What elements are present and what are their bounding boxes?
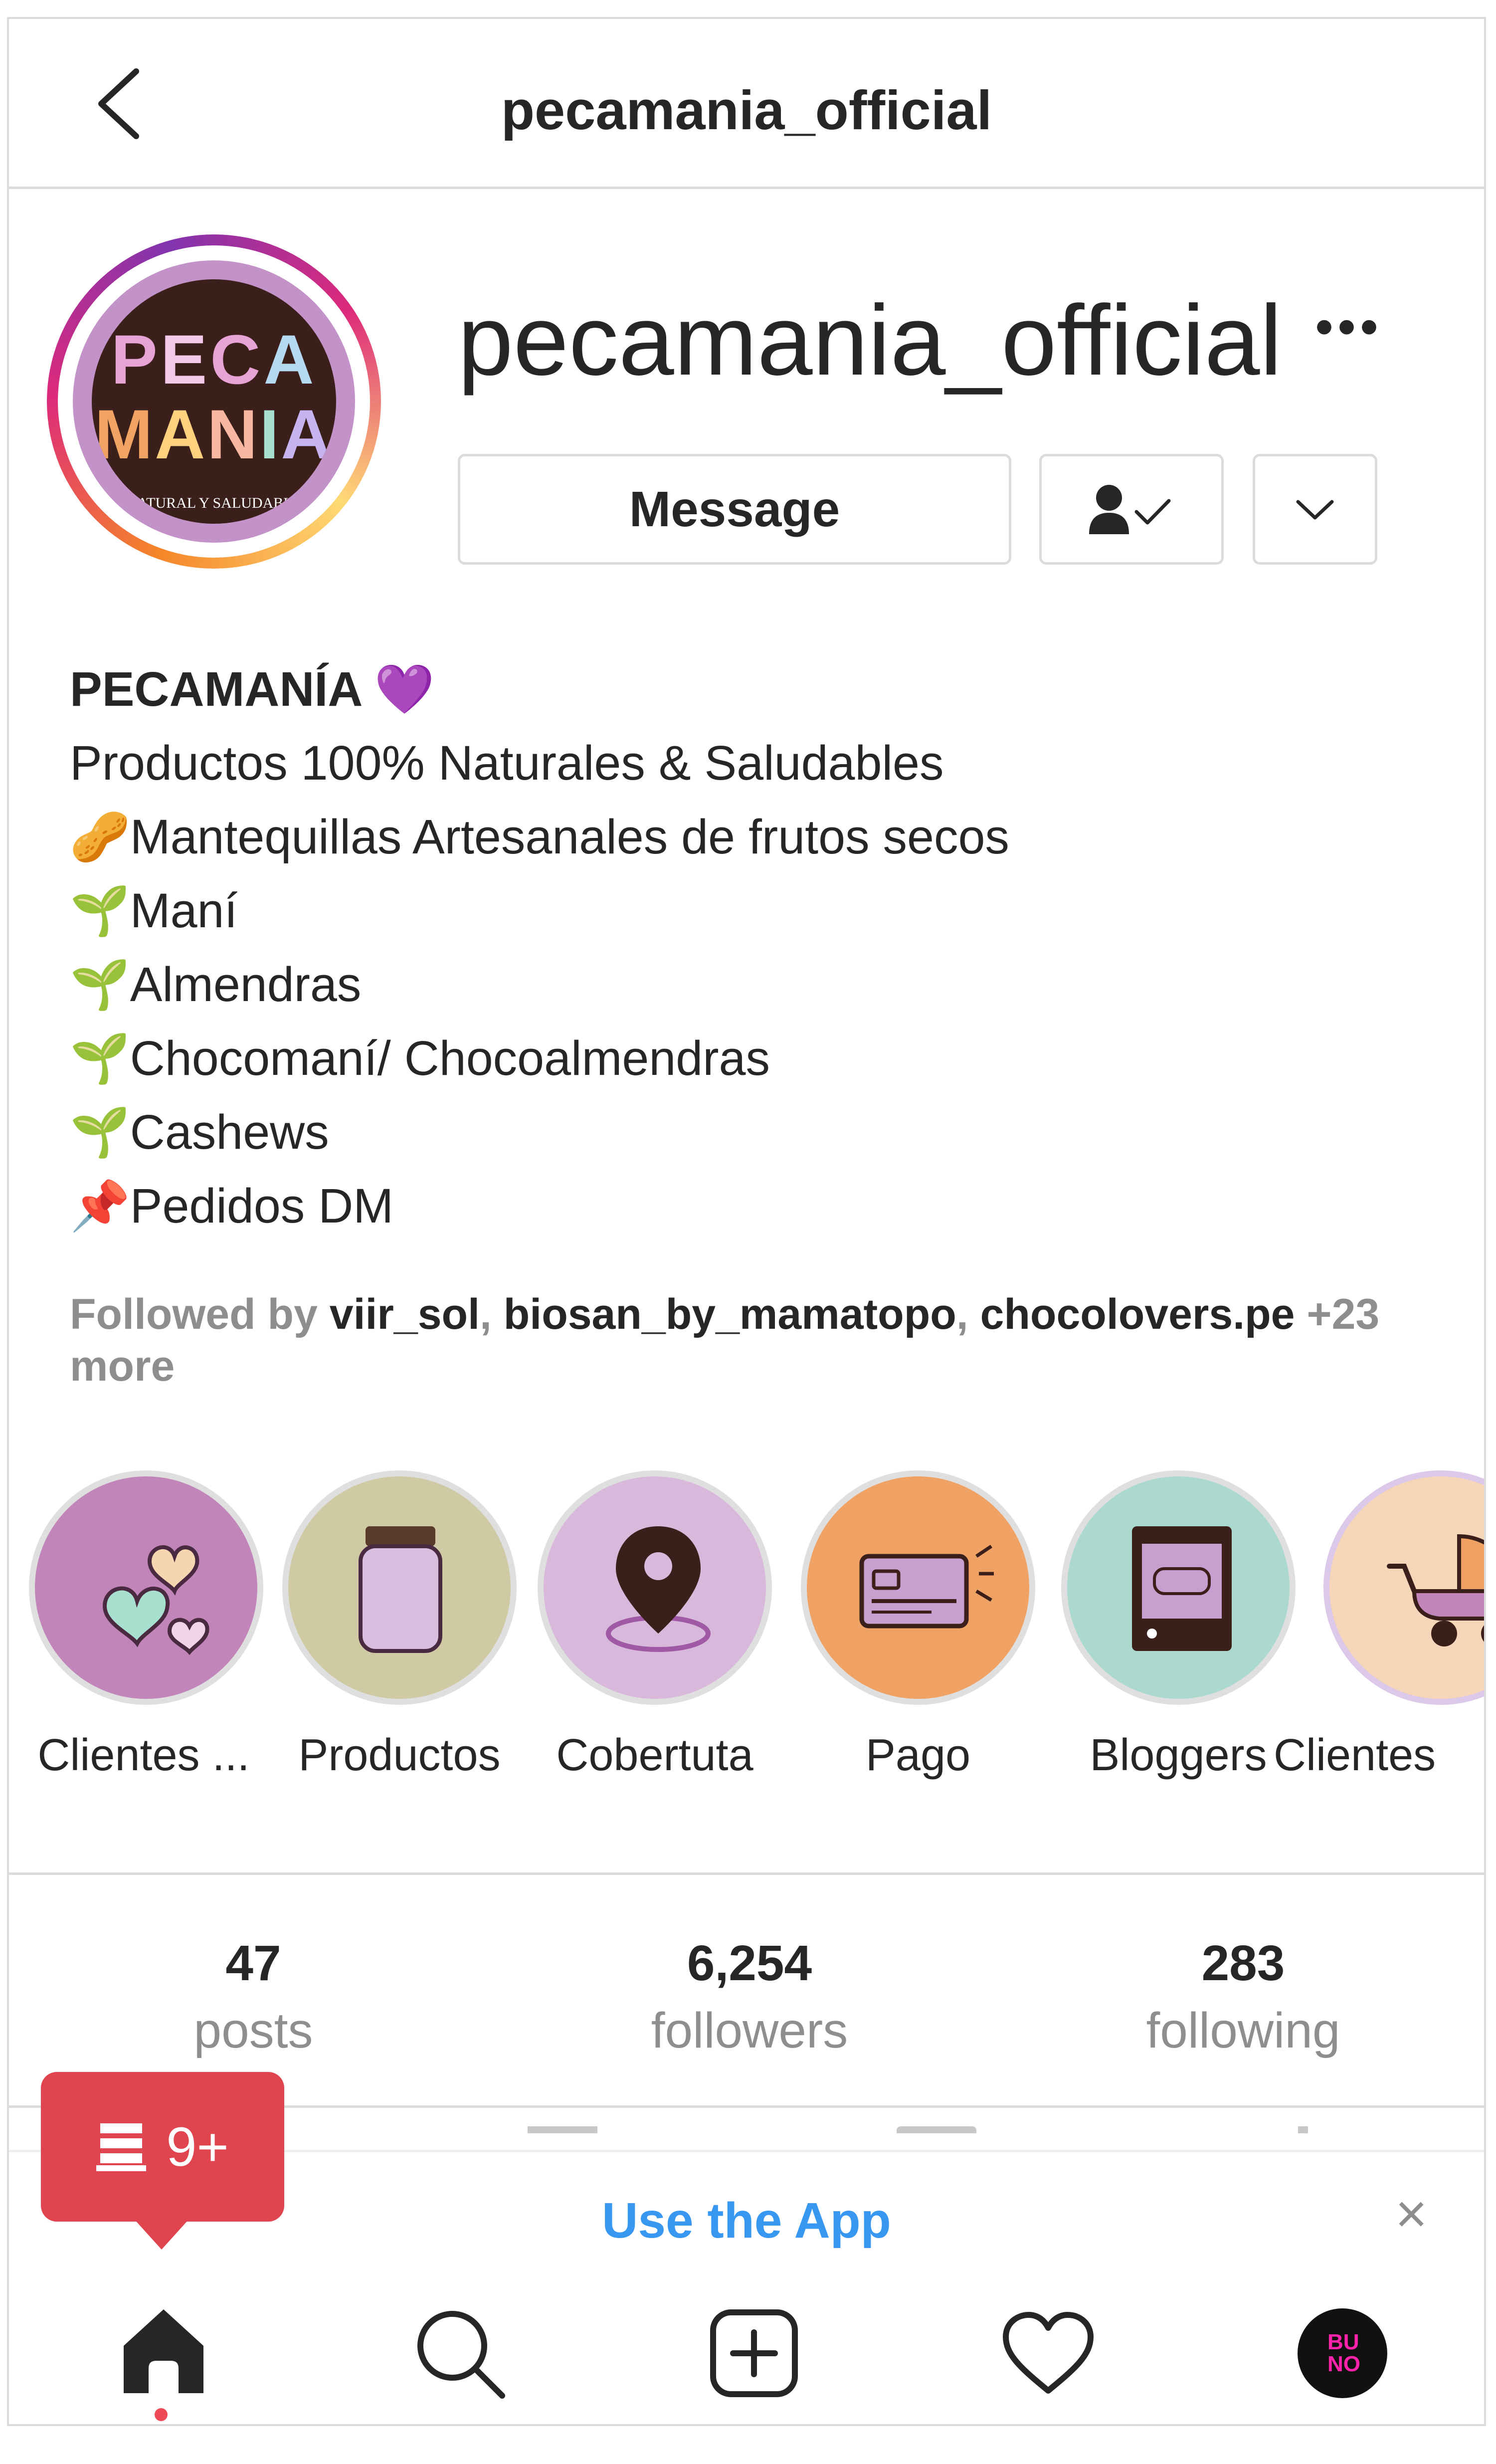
tagged-tab-icon[interactable] — [1298, 2126, 1308, 2133]
bio-line: 📌Pedidos DM — [70, 1179, 394, 1233]
jar-icon — [359, 1526, 442, 1653]
profile-avatar[interactable]: PECA MANIA NATURAL Y SALUDABLE — [47, 234, 381, 569]
followed-by-text[interactable]: Followed by viir_sol, biosan_by_mamatopo… — [70, 1288, 1456, 1392]
highlight-label: Cobertuta — [556, 1730, 753, 1780]
message-button[interactable]: Message — [458, 454, 1011, 565]
stat-label: posts — [193, 2003, 313, 2058]
suggested-dropdown-button[interactable] — [1253, 454, 1377, 565]
follower-link[interactable]: viir_sol — [330, 1290, 480, 1338]
profile-username: pecamania_official — [458, 285, 1282, 396]
stat-following[interactable]: 283 following — [999, 1935, 1484, 2059]
app-frame: pecamania_official PECA MANIA NATURAL Y … — [7, 17, 1486, 2426]
nav-search[interactable] — [395, 2288, 525, 2418]
highlight-productos[interactable] — [282, 1470, 517, 1705]
highlight-clientes-2[interactable] — [1323, 1470, 1484, 1705]
highlight-cobertuta[interactable] — [538, 1470, 772, 1705]
new-post-icon — [710, 2309, 798, 2397]
highlight-label: Clientes ... — [37, 1730, 250, 1780]
follower-link[interactable]: chocolovers.pe — [980, 1290, 1295, 1338]
avatar-logo-rim: PECA MANIA NATURAL Y SALUDABLE — [73, 260, 355, 543]
highlight-bloggers[interactable] — [1061, 1470, 1296, 1705]
followed-by-prefix: Followed by — [70, 1290, 330, 1338]
location-pin-icon — [606, 1526, 711, 1652]
igtv-tab-icon[interactable] — [897, 2126, 976, 2133]
highlight-pago[interactable] — [801, 1470, 1035, 1705]
stat-label: followers — [651, 2003, 848, 2058]
follower-link[interactable]: biosan_by_mamatopo — [504, 1290, 956, 1338]
top-bar: pecamania_official — [9, 19, 1484, 189]
stat-value: 283 — [1201, 1935, 1285, 1991]
stroller-icon — [1387, 1534, 1484, 1646]
bio-line: Productos 100% Naturales & Saludables — [70, 736, 944, 790]
highlight-clientes-1[interactable] — [29, 1470, 263, 1705]
bio-name: PECAMANÍA 💜 — [70, 662, 435, 716]
logo-text-mania: MANIA — [94, 395, 334, 473]
highlight-label: Clientes — [1274, 1730, 1436, 1780]
more-options-icon[interactable]: ••• — [1315, 298, 1383, 356]
avatar-logo: PECA MANIA NATURAL Y SALUDABLE — [92, 279, 336, 524]
notification-badge-tail — [134, 2219, 189, 2250]
search-icon — [417, 2311, 505, 2399]
notification-badge[interactable]: 9+ — [41, 2072, 284, 2222]
stat-value: 6,254 — [687, 1935, 812, 1991]
bio-line: 🌱Cashews — [70, 1105, 329, 1159]
bio-line: 🥜Mantequillas Artesanales de frutos seco… — [70, 810, 1009, 864]
logo-text-peca: PECA — [111, 320, 317, 399]
avatar-initials: BU NO — [1327, 2330, 1360, 2376]
highlight-label: Productos — [298, 1730, 501, 1780]
activity-heart-icon — [1003, 2312, 1094, 2394]
home-activity-dot — [155, 2408, 168, 2421]
nav-activity[interactable] — [983, 2288, 1113, 2418]
chevron-down-icon — [1296, 500, 1334, 520]
credit-card-icon — [859, 1545, 994, 1629]
page-title: pecamania_official — [501, 80, 992, 141]
bio-line: 🌱Maní — [70, 883, 238, 938]
stat-posts[interactable]: 47 posts — [9, 1935, 498, 2059]
logo-tagline: NATURAL Y SALUDABLE — [126, 495, 302, 511]
profile-bio: PECAMANÍA 💜 Productos 100% Naturales & S… — [70, 652, 1456, 1243]
grid-tab-icon[interactable] — [528, 2126, 597, 2133]
highlight-label: Pago — [865, 1730, 971, 1780]
hearts-icon — [102, 1545, 209, 1655]
nav-new-post[interactable] — [689, 2288, 819, 2418]
stat-label: following — [1146, 2003, 1340, 2058]
nav-home[interactable] — [99, 2288, 228, 2418]
nav-profile[interactable]: BU NO — [1278, 2288, 1407, 2418]
bio-line: 🌱Almendras — [70, 957, 362, 1012]
stat-value: 47 — [225, 1935, 281, 1991]
profile-avatar-icon: BU NO — [1298, 2308, 1387, 2398]
following-button[interactable] — [1039, 454, 1224, 565]
person-check-icon — [1089, 485, 1171, 534]
close-icon[interactable]: × — [1395, 2182, 1427, 2246]
bio-line: 🌱Chocomaní/ Chocoalmendras — [70, 1031, 770, 1085]
home-icon — [124, 2309, 203, 2393]
list-icon — [96, 2123, 147, 2171]
stat-followers[interactable]: 6,254 followers — [505, 1935, 994, 2059]
phone-post-icon — [1132, 1526, 1232, 1651]
notification-count: 9+ — [166, 2116, 229, 2178]
avatar-ring-gap: PECA MANIA NATURAL Y SALUDABLE — [58, 245, 370, 558]
bottom-nav: BU NO — [9, 2278, 1484, 2424]
